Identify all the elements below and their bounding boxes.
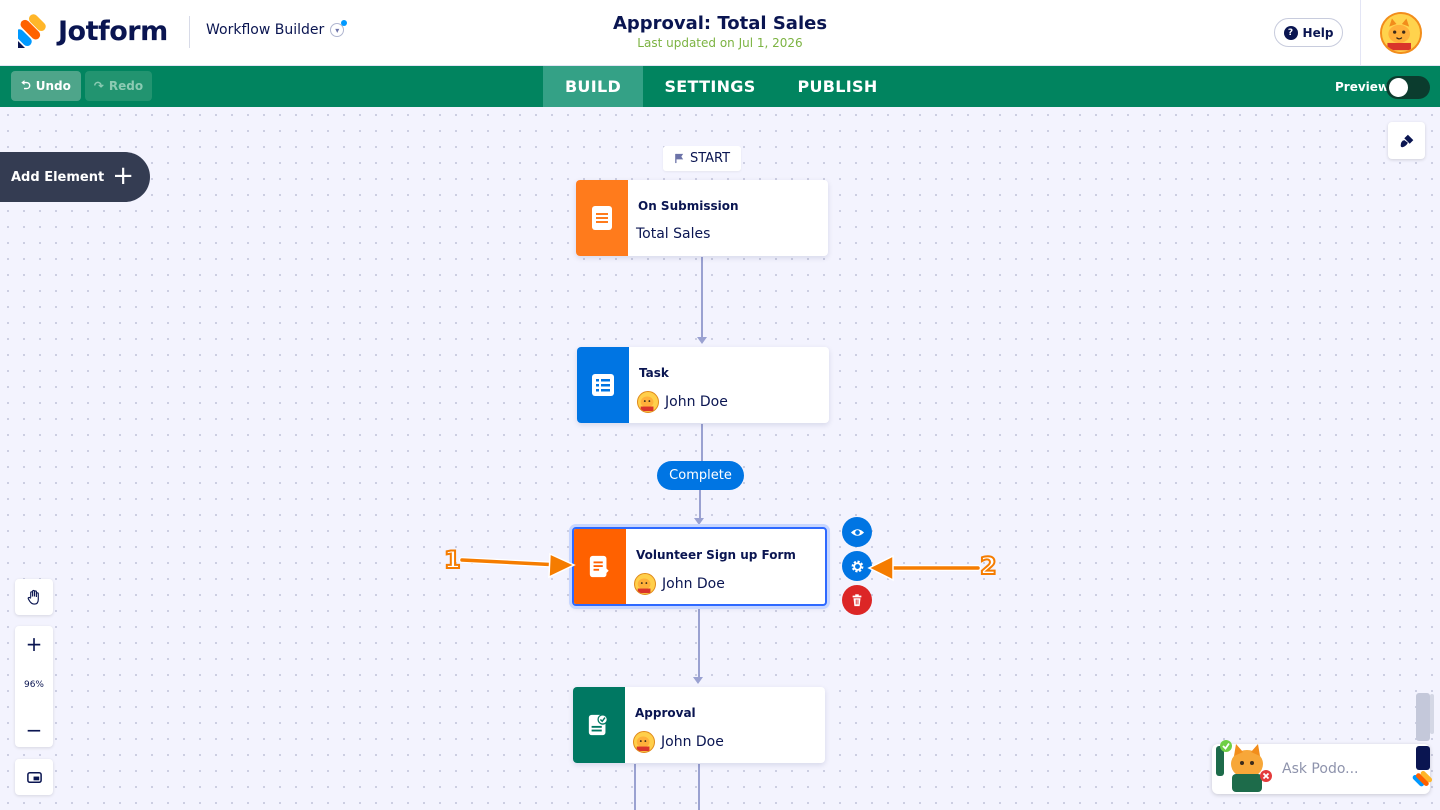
node-task[interactable]: Task John Doe — [577, 347, 829, 423]
connector-arrowhead — [693, 677, 703, 684]
jotform-logo[interactable]: Jotform — [18, 14, 168, 48]
assignee-avatar-icon — [634, 573, 656, 595]
node-icon-box — [577, 347, 629, 423]
node-assignee: John Doe — [633, 731, 724, 753]
app-switcher[interactable]: Workflow Builder ▾ — [206, 20, 348, 38]
jotform-logo-icon — [18, 14, 46, 48]
chevron-down-icon: ▾ — [330, 20, 348, 37]
app-header: Jotform Workflow Builder ▾ Approval: Tot… — [0, 0, 1440, 66]
node-subtitle-text: Total Sales — [636, 226, 711, 242]
page-title[interactable]: Approval: Total Sales — [520, 13, 920, 34]
annotation-number-1: 1 — [443, 545, 462, 575]
last-updated-text: Last updated on Jul 1, 2026 — [637, 36, 803, 50]
connector-line — [701, 424, 703, 461]
redo-icon: ↷ — [93, 79, 104, 93]
node-approval[interactable]: Approval John Doe — [573, 687, 825, 763]
tab-publish[interactable]: PUBLISH — [785, 66, 890, 107]
workflow-title-block: Approval: Total Sales Last updated on Ju… — [520, 13, 920, 50]
start-text: START — [689, 151, 731, 166]
node-volunteer-sign-up-form[interactable]: Volunteer Sign up Form John Doe — [572, 527, 827, 606]
assignee-avatar-icon — [637, 391, 659, 413]
help-button[interactable]: ? Help — [1274, 18, 1343, 47]
question-icon: ? — [1283, 25, 1298, 40]
minimap-icon — [26, 771, 42, 783]
user-avatar[interactable] — [1380, 12, 1422, 54]
node-subtitle: Total Sales — [636, 226, 710, 242]
preview-toggle[interactable] — [1386, 76, 1430, 99]
form-assign-icon — [589, 555, 609, 577]
plus-icon: + — [112, 161, 134, 191]
zoom-out-button[interactable]: − — [15, 712, 53, 747]
header-divider — [189, 16, 190, 48]
node-assignee: John Doe — [637, 391, 728, 413]
node-on-submission[interactable]: On Submission Total Sales — [576, 180, 828, 256]
plus-icon: + — [25, 632, 43, 656]
notification-dot — [341, 20, 348, 26]
node-assignee: John Doe — [634, 573, 725, 595]
help-label: Help — [1302, 25, 1334, 40]
node-icon-box — [574, 529, 626, 604]
start-label: START — [663, 146, 741, 171]
add-element-button[interactable]: Add Element + — [0, 152, 150, 202]
zoom-in-button[interactable]: + — [15, 626, 53, 662]
node-title: Volunteer Sign up Form — [636, 548, 796, 562]
eye-icon — [850, 528, 864, 536]
builder-toolbar: ⮌ Undo ↷ Redo BUILD SETTINGS PUBLISH Pre… — [0, 66, 1440, 107]
zoom-controls: + 96% − — [15, 626, 53, 747]
node-icon-box — [576, 180, 628, 256]
tab-settings[interactable]: SETTINGS — [650, 66, 770, 107]
node-title: Approval — [635, 706, 696, 720]
node-title: Task — [639, 366, 669, 380]
undo-button[interactable]: ⮌ Undo — [11, 71, 81, 101]
app-name: Workflow Builder — [206, 22, 325, 38]
approval-icon — [588, 714, 608, 736]
gear-icon — [851, 560, 863, 572]
redo-label: Redo — [108, 79, 144, 93]
minus-icon: − — [25, 717, 43, 742]
annotation-number-2: 2 — [979, 551, 998, 581]
cat-avatar-icon — [1382, 14, 1417, 51]
pan-tool-button[interactable] — [15, 579, 53, 615]
node-settings-button[interactable] — [842, 551, 872, 581]
connector-arrowhead — [697, 337, 707, 344]
preview-label: Preview — [1335, 80, 1390, 94]
connector-line — [699, 490, 701, 518]
theme-brush-button[interactable] — [1388, 122, 1425, 159]
hand-icon — [27, 589, 39, 605]
ask-podo-widget[interactable]: Ask Podo... — [1212, 740, 1430, 794]
preview-toggle-knob — [1389, 78, 1408, 97]
node-title: On Submission — [638, 199, 739, 213]
preview-node-button[interactable] — [842, 517, 872, 547]
brand-name: Jotform — [58, 15, 168, 47]
delete-node-button[interactable] — [842, 585, 872, 615]
minimap-toggle-button[interactable] — [15, 759, 53, 795]
undo-label: Undo — [35, 79, 71, 93]
jotform-side-badge-icon — [1412, 693, 1434, 787]
podo-mascot-icon — [1216, 740, 1272, 792]
ask-podo-placeholder: Ask Podo... — [1282, 761, 1359, 777]
connector-line — [698, 607, 700, 677]
connector-line — [698, 764, 700, 810]
trash-icon — [852, 594, 862, 607]
tab-build[interactable]: BUILD — [543, 66, 643, 107]
form-icon — [592, 206, 612, 230]
connector-line — [701, 257, 703, 337]
complete-condition-badge[interactable]: Complete — [657, 461, 744, 490]
assignee-name: John Doe — [665, 394, 728, 410]
node-icon-box — [573, 687, 625, 763]
connector-arrowhead — [694, 518, 704, 525]
zoom-level: 96% — [23, 680, 44, 690]
paint-brush-icon — [1400, 134, 1413, 147]
connector-line — [634, 764, 636, 810]
flag-icon — [675, 153, 684, 164]
assignee-name: John Doe — [661, 734, 724, 750]
add-element-label: Add Element — [11, 169, 105, 185]
task-list-icon — [592, 374, 614, 396]
redo-button[interactable]: ↷ Redo — [85, 71, 152, 101]
assignee-avatar-icon — [633, 731, 655, 753]
undo-icon: ⮌ — [21, 77, 31, 92]
header-divider-right — [1360, 0, 1361, 66]
assignee-name: John Doe — [662, 576, 725, 592]
